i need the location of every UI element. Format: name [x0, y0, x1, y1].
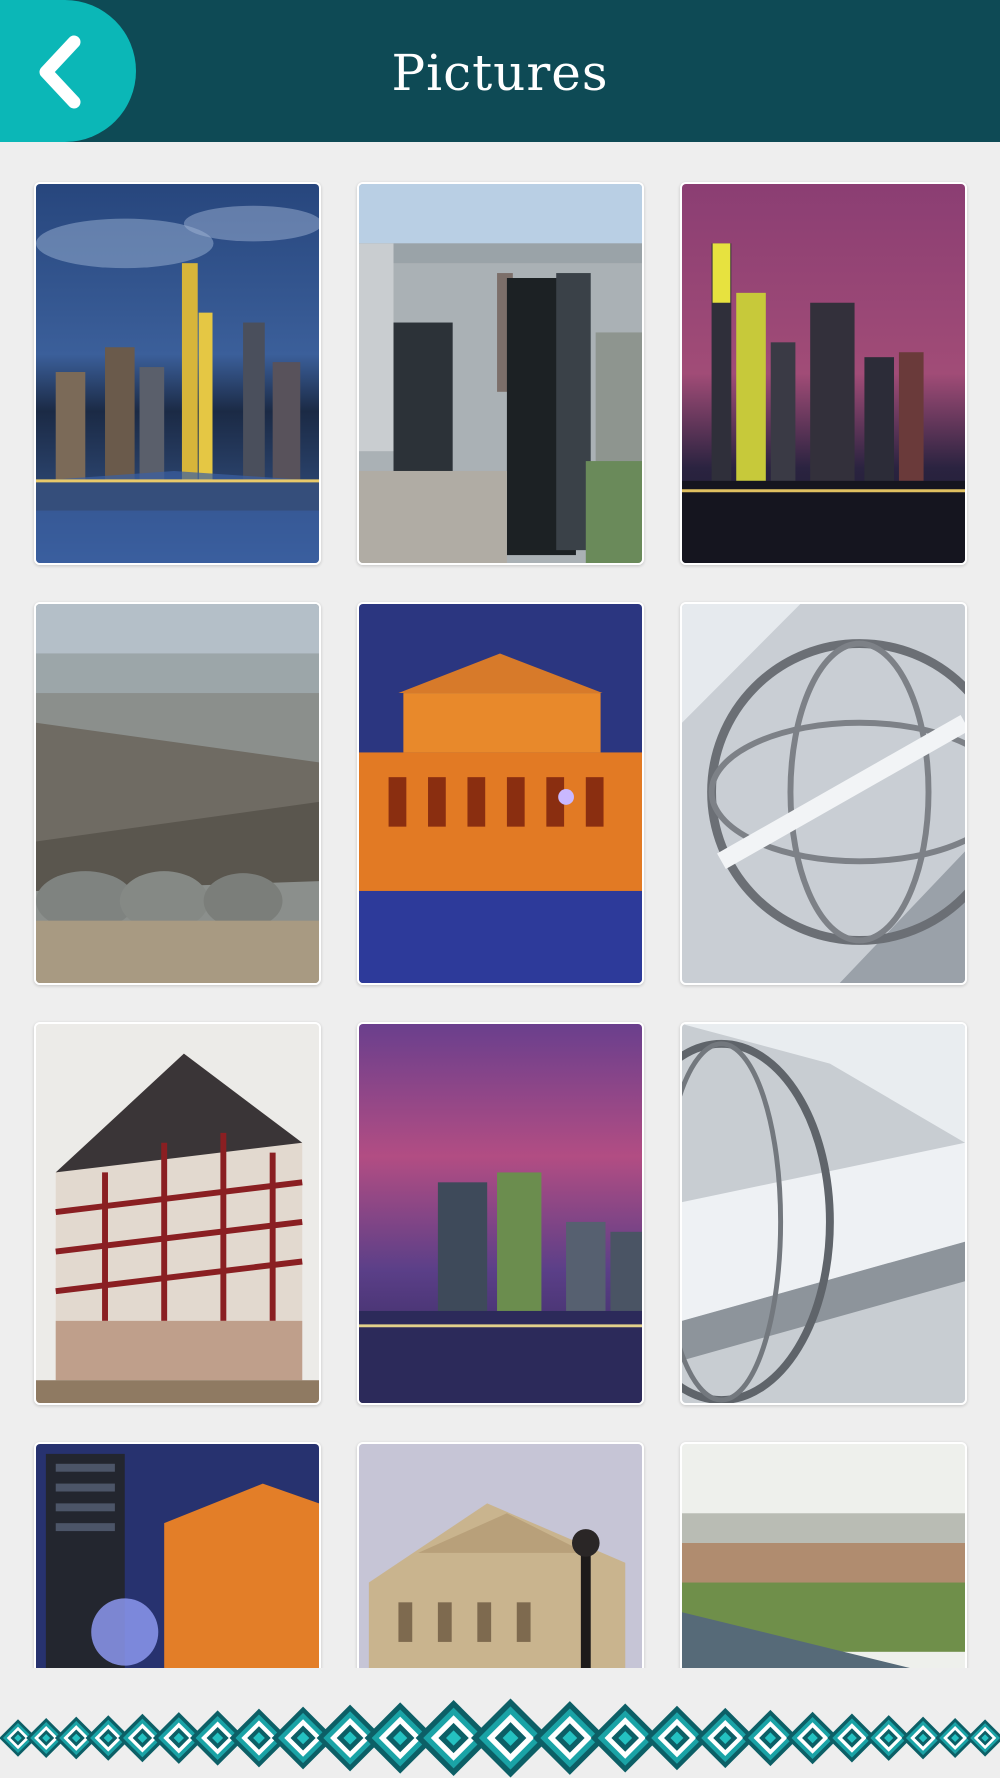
- photo-thumbnail[interactable]: [357, 1022, 644, 1405]
- rail-yard-aerial-image: [36, 604, 319, 983]
- tower-and-opera-night-image: [36, 1444, 319, 1668]
- diamond-pattern-icon: [0, 1698, 1000, 1778]
- photo-thumbnail[interactable]: [357, 602, 644, 985]
- photo-thumbnail[interactable]: [680, 602, 967, 985]
- photo-thumbnail[interactable]: [34, 602, 321, 985]
- page-title: Pictures: [391, 44, 609, 102]
- photo-thumbnail[interactable]: [680, 1022, 967, 1405]
- photo-thumbnail[interactable]: [357, 1442, 644, 1668]
- photo-thumbnail[interactable]: [34, 182, 321, 565]
- opera-house-night-image: [359, 604, 642, 983]
- photo-grid: [0, 142, 1000, 1668]
- glass-sphere-interior-image: [682, 1024, 965, 1403]
- sphere-architecture-image: [682, 604, 965, 983]
- photo-thumbnail[interactable]: [680, 1442, 967, 1668]
- skyscrapers-aerial-image: [359, 184, 642, 563]
- skyline-dusk-purple-image: [682, 184, 965, 563]
- photo-thumbnail[interactable]: [357, 182, 644, 565]
- app-header: Pictures: [0, 0, 1000, 142]
- photo-thumbnail[interactable]: [680, 182, 967, 565]
- photo-thumbnail[interactable]: [34, 1022, 321, 1405]
- opera-house-day-image: [359, 1444, 642, 1668]
- half-timbered-house-image: [36, 1024, 319, 1403]
- decorative-footer: [0, 1668, 1000, 1778]
- skyline-night-blue-image: [36, 184, 319, 563]
- photo-thumbnail[interactable]: [34, 1442, 321, 1668]
- towers-purple-sky-image: [359, 1024, 642, 1403]
- river-town-aerial-image: [682, 1444, 965, 1668]
